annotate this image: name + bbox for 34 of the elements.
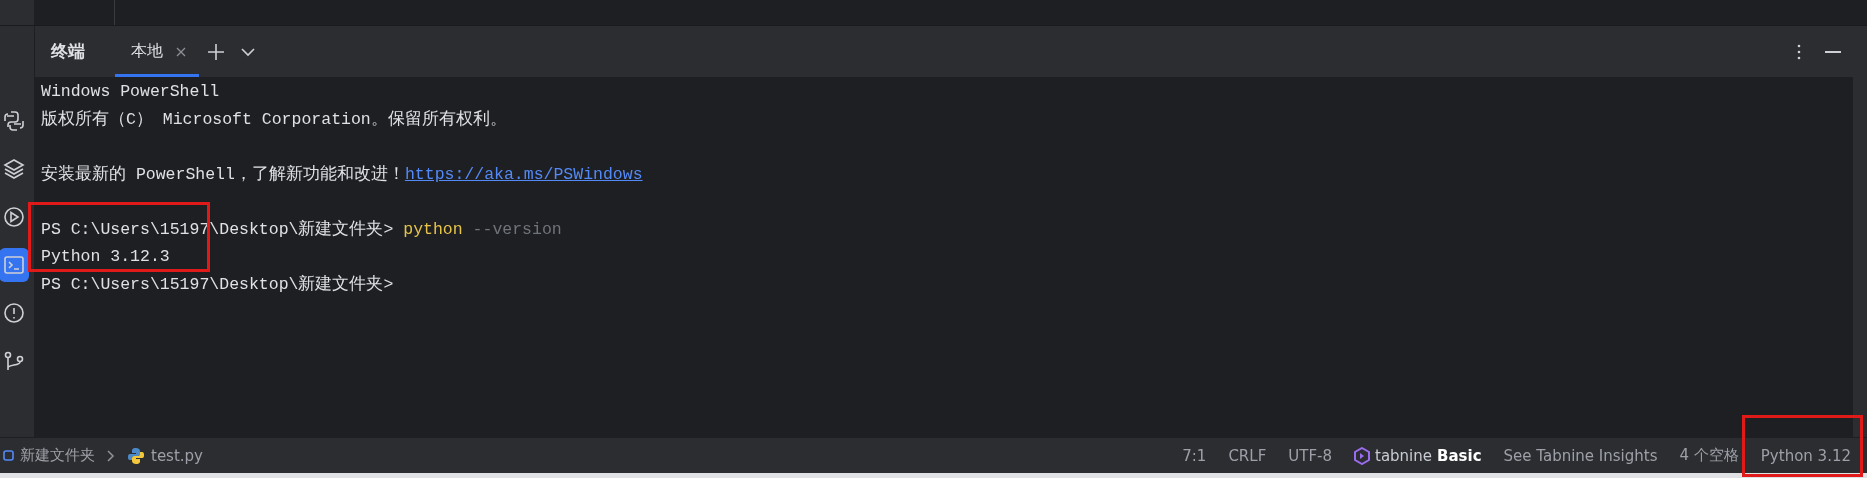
layers-icon — [3, 158, 25, 180]
terminal-text: 版权所有（C） Microsoft Corporation。保留所有权利。 — [41, 109, 507, 129]
breadcrumb[interactable]: test.py — [127, 446, 203, 465]
python-icon — [3, 110, 25, 132]
chevron-right-icon[interactable] — [107, 449, 115, 462]
python-logo-icon — [127, 446, 145, 465]
warning-circle-icon — [3, 302, 25, 324]
status-item[interactable]: Python 3.12 — [1760, 446, 1851, 465]
play-circle-icon — [3, 206, 25, 228]
hexagon-icon — [1354, 446, 1370, 465]
panel-title: 终端 — [51, 40, 85, 63]
minimize-icon[interactable] — [1825, 49, 1841, 54]
close-icon[interactable] — [175, 45, 187, 58]
branch-icon — [3, 350, 25, 372]
status-item[interactable]: 7:1 — [1182, 446, 1207, 465]
argument-text: --version — [471, 219, 562, 239]
breadcrumb[interactable]: 新建文件夹 — [3, 446, 95, 465]
terminal-link[interactable]: https://aka.ms/PSWindows — [404, 164, 643, 184]
status-item[interactable]: UTF-8 — [1288, 446, 1332, 465]
command-text: python — [403, 219, 463, 239]
folder-square-icon — [3, 450, 14, 461]
terminal-text: 安装最新的 PowerShell，了解新功能和改进！ — [41, 164, 405, 184]
terminal-text: Python 3.12.3 — [41, 247, 170, 266]
terminal-icon — [3, 254, 25, 276]
plus-icon[interactable] — [207, 42, 225, 61]
sidebar-button[interactable] — [0, 248, 29, 282]
tabnine-widget[interactable]: tabnine Basic — [1354, 446, 1482, 465]
terminal-text: PS C:\Users\15197\Desktop\新建文件夹> — [41, 274, 394, 294]
chevron-down-icon[interactable] — [241, 46, 255, 57]
status-item[interactable]: CRLF — [1228, 446, 1267, 465]
status-item[interactable]: 4 个空格 — [1679, 446, 1739, 465]
terminal-text: Windows PowerShell — [41, 82, 220, 101]
status-item[interactable]: See Tabnine Insights — [1503, 446, 1658, 465]
more-options-icon[interactable] — [1797, 43, 1801, 60]
